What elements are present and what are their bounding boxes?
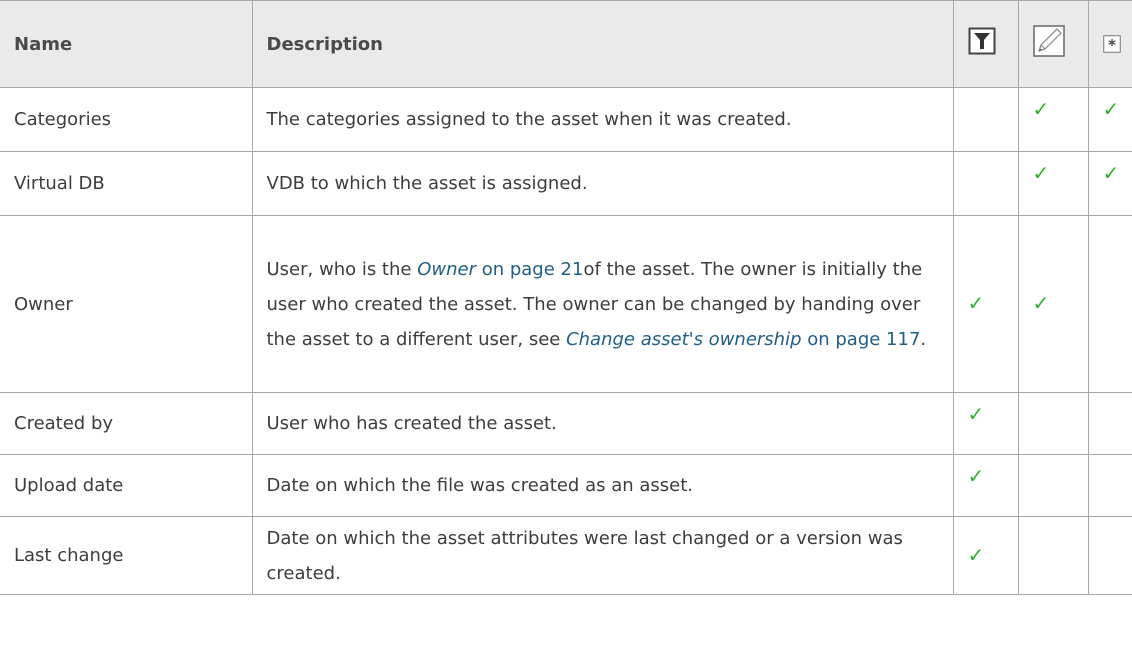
change-ownership-page-link[interactable]: on page 117 <box>802 329 920 350</box>
filter-cell: ✓ <box>952 215 1019 393</box>
asterisk-icon: * <box>1102 30 1121 65</box>
filter-column-header <box>952 0 1019 88</box>
check-icon: ✓ <box>967 464 985 488</box>
check-icon: ✓ <box>967 402 985 426</box>
filter-cell: ✓ <box>952 516 1019 595</box>
required-cell <box>1087 215 1132 393</box>
edit-cell <box>1017 516 1089 595</box>
attribute-description: VDB to which the asset is assigned. <box>251 151 954 216</box>
edit-column-header <box>1017 0 1089 88</box>
attribute-name: Virtual DB <box>0 151 253 216</box>
attribute-name: Categories <box>0 87 253 152</box>
edit-cell <box>1017 392 1089 455</box>
filter-cell <box>952 151 1019 216</box>
filter-cell: ✓ <box>952 392 1019 455</box>
required-column-header: * <box>1087 0 1132 88</box>
attribute-name: Upload date <box>0 454 253 517</box>
filter-icon <box>968 27 996 67</box>
header-row: Name Description * <box>0 0 1132 88</box>
edit-cell <box>1017 454 1089 517</box>
table-row: Last change Date on which the asset attr… <box>0 516 1132 595</box>
description-column-header: Description <box>251 0 954 88</box>
check-icon: ✓ <box>967 542 985 567</box>
check-icon: ✓ <box>967 291 985 315</box>
attribute-description: The categories assigned to the asset whe… <box>251 87 954 152</box>
table-row: Categories The categories assigned to th… <box>0 87 1132 152</box>
required-cell <box>1087 392 1132 455</box>
required-cell: ✓ <box>1087 87 1132 152</box>
attribute-description: User, who is the Owner on page 21of the … <box>251 215 954 393</box>
attribute-description: Date on which the asset attributes were … <box>251 516 954 595</box>
attribute-name: Created by <box>0 392 253 455</box>
attribute-description: User who has created the asset. <box>251 392 954 455</box>
attribute-name: Owner <box>0 215 253 393</box>
change-ownership-link[interactable]: Change asset's ownership <box>566 329 801 350</box>
table-row: Created by User who has created the asse… <box>0 392 1132 455</box>
edit-cell: ✓ <box>1017 215 1089 393</box>
edit-cell: ✓ <box>1017 87 1089 152</box>
required-cell <box>1087 516 1132 595</box>
attributes-table: Name Description * Categories The catego… <box>0 0 1132 595</box>
name-column-header: Name <box>0 0 253 88</box>
table-row: Owner User, who is the Owner on page 21o… <box>0 215 1132 393</box>
svg-text:*: * <box>1108 36 1116 53</box>
description-text: User, who is the <box>266 258 418 280</box>
attribute-name: Last change <box>0 516 253 595</box>
owner-page-link[interactable]: on page 21 <box>476 259 584 280</box>
filter-cell: ✓ <box>952 454 1019 517</box>
attribute-description: Date on which the file was created as an… <box>251 454 954 517</box>
check-icon: ✓ <box>1032 161 1050 185</box>
table-row: Virtual DB VDB to which the asset is ass… <box>0 151 1132 216</box>
description-text: . <box>920 328 927 350</box>
pencil-icon <box>1032 25 1065 69</box>
table-row: Upload date Date on which the file was c… <box>0 454 1132 517</box>
check-icon: ✓ <box>1102 97 1120 121</box>
check-icon: ✓ <box>1032 97 1050 121</box>
check-icon: ✓ <box>1032 291 1050 315</box>
edit-cell: ✓ <box>1017 151 1089 216</box>
required-cell <box>1087 454 1132 517</box>
filter-cell <box>952 87 1019 152</box>
owner-link[interactable]: Owner <box>417 259 476 280</box>
check-icon: ✓ <box>1102 161 1120 185</box>
required-cell: ✓ <box>1087 151 1132 216</box>
